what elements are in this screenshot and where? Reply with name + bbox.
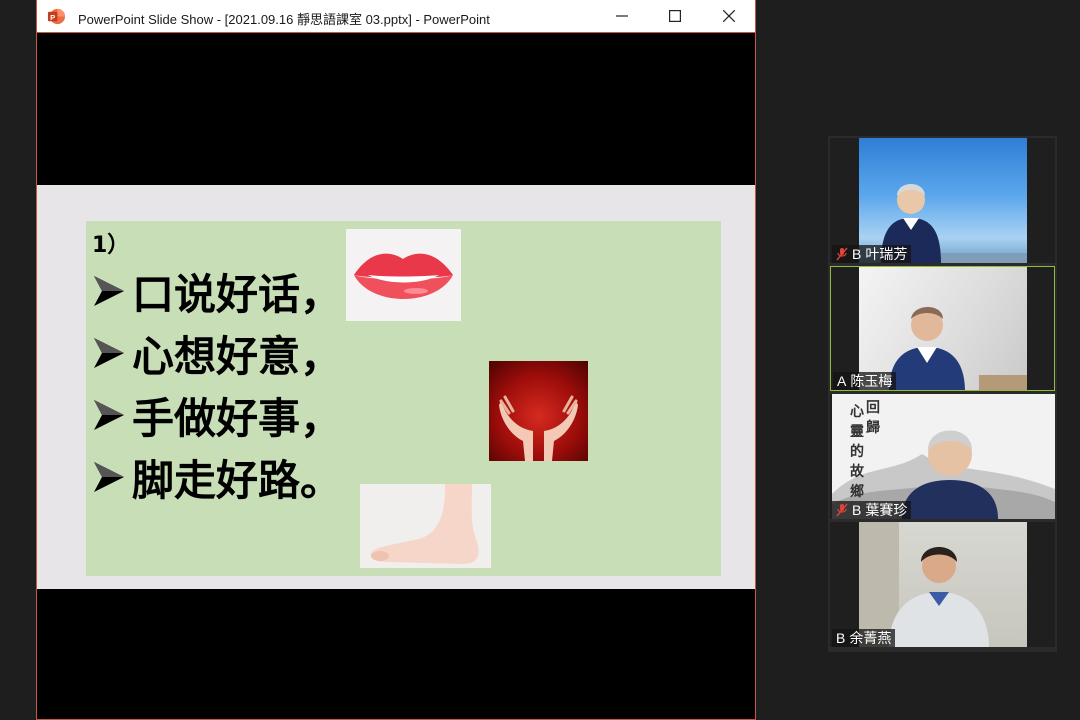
participant-name-label: B 葉賽珍 (832, 501, 912, 519)
participant-tile[interactable]: B 叶瑞芳 (830, 138, 1055, 263)
slide[interactable]: 1） 口说好话， 心想好意， 手做好事， 脚走好路。 (37, 185, 755, 589)
arrow-bullet-icon (94, 338, 124, 368)
maximize-icon (669, 10, 681, 22)
svg-text:回: 回 (866, 400, 880, 416)
bullet-item: 脚走好路。 (92, 449, 342, 505)
participant-tag: B (852, 246, 862, 262)
arrow-bullet-icon (94, 276, 124, 306)
bullet-item: 心想好意， (92, 325, 342, 381)
arrow-bullet-icon (94, 400, 124, 430)
participants-panel: B 叶瑞芳 A 陈玉梅 心靈的故鄉 回歸 B 葉賽珍 B 余菁燕 (828, 136, 1057, 652)
minimize-icon (616, 15, 628, 17)
lips-image (346, 229, 461, 321)
powerpoint-window: P PowerPoint Slide Show - [2021.09.16 靜思… (36, 0, 756, 720)
svg-text:靈: 靈 (850, 424, 864, 440)
participant-tile[interactable]: B 余菁燕 (830, 522, 1055, 647)
participant-tag: B (836, 630, 846, 646)
foot-image (360, 484, 491, 568)
window-title: PowerPoint Slide Show - [2021.09.16 靜思語課… (78, 12, 490, 27)
svg-text:鄉: 鄉 (850, 483, 864, 500)
participant-tile-active-speaker[interactable]: A 陈玉梅 (830, 266, 1055, 391)
participant-name: 余菁燕 (849, 630, 892, 646)
svg-text:歸: 歸 (866, 419, 880, 436)
svg-text:故: 故 (850, 463, 865, 480)
powerpoint-icon: P (47, 8, 66, 25)
maximize-button[interactable] (652, 0, 698, 32)
slide-content-panel: 1） 口说好话， 心想好意， 手做好事， 脚走好路。 (86, 221, 721, 576)
svg-text:的: 的 (850, 443, 864, 460)
bullet-item: 口说好话， (92, 263, 342, 319)
participant-name: 陈玉梅 (850, 373, 893, 389)
bullet-text: 手做好事， (132, 393, 343, 443)
svg-text:P: P (50, 13, 55, 22)
bullet-text: 脚走好路。 (132, 455, 343, 505)
slide-number: 1） (92, 233, 130, 258)
participant-name-label: B 叶瑞芳 (832, 245, 912, 263)
bullet-text: 心想好意， (132, 331, 343, 381)
muted-mic-icon (836, 503, 848, 517)
bullet-text: 口说好话， (132, 269, 343, 319)
participant-tag: A (837, 373, 847, 389)
participant-name: 葉賽珍 (865, 502, 908, 518)
participant-name-label: A 陈玉梅 (833, 372, 897, 390)
close-button[interactable] (706, 0, 752, 32)
svg-text:心: 心 (850, 404, 864, 420)
close-icon (723, 10, 735, 22)
participant-name-label: B 余菁燕 (832, 629, 896, 647)
participant-tag: B (852, 502, 862, 518)
participant-tile[interactable]: 心靈的故鄉 回歸 B 葉賽珍 (830, 394, 1055, 519)
minimize-button[interactable] (599, 0, 645, 32)
bullet-item: 手做好事， (92, 387, 342, 443)
title-bar[interactable]: P PowerPoint Slide Show - [2021.09.16 靜思… (37, 0, 755, 33)
arrow-bullet-icon (94, 462, 124, 492)
muted-mic-icon (836, 247, 848, 261)
hands-image (489, 361, 588, 461)
participant-name: 叶瑞芳 (865, 246, 908, 262)
